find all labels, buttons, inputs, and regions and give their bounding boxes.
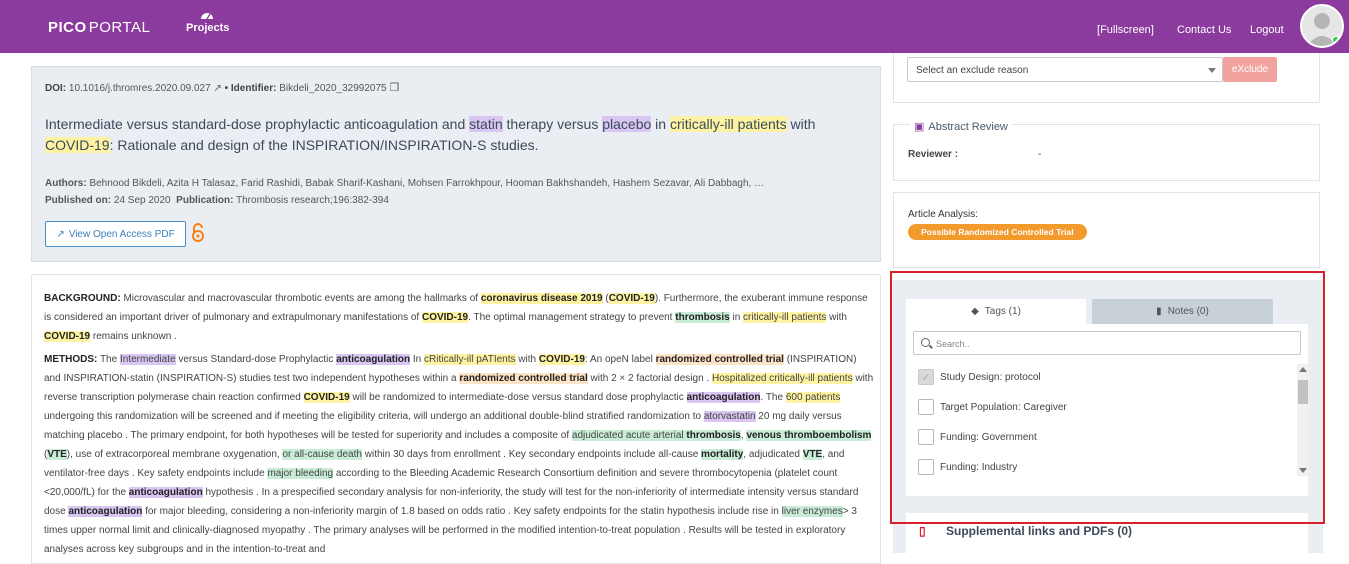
scroll-down-icon[interactable] — [1299, 468, 1307, 473]
user-avatar[interactable] — [1300, 4, 1344, 48]
abstract-review-heading: ▣ Abstract Review — [910, 120, 1012, 133]
publication-label: Publication: — [176, 195, 234, 206]
reviewer-value: - — [1038, 149, 1042, 160]
article-analysis-label: Article Analysis: — [908, 209, 979, 220]
fullscreen-label: Fullscreen — [1100, 24, 1151, 36]
tab-notes-label: Notes (0) — [1167, 306, 1209, 317]
nav-projects-label: Projects — [186, 22, 230, 34]
tag-icon: ◆ — [971, 306, 979, 317]
tags-scrollbar[interactable] — [1297, 364, 1309, 476]
logo-text-left: PICO — [48, 18, 87, 36]
abstract-review-section: ▣ Abstract Review Reviewer : - — [893, 120, 1320, 181]
tag-label: Study Design: protocol — [940, 371, 1041, 383]
title-highlight: statin — [469, 116, 503, 132]
title-highlight: placebo — [602, 116, 652, 132]
nav-projects[interactable]: Projects — [186, 10, 230, 34]
methods-label: METHODS: — [44, 354, 98, 365]
abstract-panel: BACKGROUND: Microvascular and macrovascu… — [31, 274, 881, 564]
title-part: : Rationale and design of the INSPIRATIO… — [109, 137, 539, 153]
scroll-thumb[interactable] — [1298, 380, 1308, 404]
authors-label: Authors: — [45, 178, 87, 189]
clipboard-check-icon: ▣ — [914, 121, 925, 133]
search-placeholder: Search.. — [936, 339, 970, 349]
authors-value: Behnood Bikdeli, Azita H Talasaz, Farid … — [89, 178, 765, 189]
background-label: BACKGROUND: — [44, 293, 121, 304]
publication-value: Thrombosis research;196:382-394 — [236, 195, 389, 206]
title-part: in — [651, 116, 670, 132]
identifier-value: Bikdeli_2020_32992075 — [279, 83, 387, 94]
doi-value[interactable]: 10.1016/j.thromres.2020.09.027 — [69, 83, 211, 94]
abstract-methods: METHODS: The Intermediate versus Standar… — [44, 354, 874, 555]
article-meta-card: DOI: 10.1016/j.thromres.2020.09.027 ↗ • … — [31, 66, 881, 262]
online-status-dot — [1332, 36, 1340, 44]
doi-line: DOI: 10.1016/j.thromres.2020.09.027 ↗ • … — [45, 81, 399, 94]
title-part: Intermediate versus standard-dose prophy… — [45, 116, 470, 132]
exclude-reason-select[interactable]: Select an exclude reason — [907, 57, 1223, 82]
article-title: Intermediate versus standard-dose prophy… — [45, 114, 845, 156]
published-value: 24 Sep 2020 — [113, 195, 171, 206]
contact-us-link[interactable]: Contact Us — [1177, 24, 1231, 36]
tag-label: Funding: Government — [940, 431, 1037, 443]
supplemental-label: Supplemental links and PDFs (0) — [946, 524, 1133, 538]
title-part: with — [786, 116, 816, 132]
tab-notes[interactable]: ▮ Notes (0) — [1092, 299, 1273, 324]
tag-item[interactable]: ✓ Study Design: protocol — [918, 368, 1041, 386]
tag-checkbox[interactable] — [918, 459, 934, 475]
abstract-background: BACKGROUND: Microvascular and macrovascu… — [44, 293, 868, 342]
tag-checkbox[interactable]: ✓ — [918, 369, 934, 385]
tag-item[interactable]: Funding: Industry — [918, 458, 1017, 476]
fullscreen-link[interactable]: [Fullscreen] — [1097, 24, 1154, 36]
pico-portal-logo[interactable]: PICO PORTAL — [48, 12, 150, 42]
title-highlight: COVID-19 — [45, 137, 110, 153]
supplemental-section[interactable]: ▯ Supplemental links and PDFs (0) — [906, 513, 1308, 553]
tags-search-input[interactable]: Search.. — [913, 331, 1301, 355]
clipboard-icon: ▮ — [1156, 306, 1162, 317]
published-label: Published on: — [45, 195, 112, 206]
view-pdf-label: View Open Access PDF — [68, 228, 175, 240]
search-icon — [921, 338, 930, 347]
tag-label: Funding: Industry — [940, 461, 1018, 473]
top-nav-bar: PICO PORTAL Projects [Fullscreen] Contac… — [0, 0, 1349, 53]
scroll-up-icon[interactable] — [1299, 367, 1307, 372]
abstract-text: BACKGROUND: Microvascular and macrovascu… — [44, 289, 874, 559]
identifier-label: • Identifier: — [224, 83, 277, 94]
title-part: therapy versus — [502, 116, 603, 132]
tab-tags-label: Tags (1) — [984, 306, 1021, 317]
exclude-section: Select an exclude reason eXclude — [893, 53, 1320, 103]
exclude-select-value: Select an exclude reason — [916, 65, 1029, 76]
article-analysis-section: Article Analysis: Possible Randomized Co… — [893, 192, 1320, 268]
tag-item[interactable]: Target Population: Caregiver — [918, 398, 1067, 416]
tags-notes-panel: ◆ Tags (1) ▮ Notes (0) Search.. ✓ Study … — [893, 280, 1323, 553]
chevron-down-icon — [1208, 68, 1216, 73]
exclude-button[interactable]: eXclude — [1223, 57, 1277, 82]
tag-label: Target Population: Caregiver — [940, 401, 1067, 413]
rct-badge: Possible Randomized Controlled Trial — [908, 224, 1087, 240]
view-pdf-button[interactable]: ↗ View Open Access PDF — [45, 221, 186, 247]
tag-item[interactable]: Funding: Government — [918, 428, 1037, 446]
doi-label: DOI: — [45, 83, 67, 94]
pdf-icon: ▯ — [919, 524, 926, 538]
tags-list-container: Search.. ✓ Study Design: protocol Target… — [906, 324, 1309, 496]
tab-tags[interactable]: ◆ Tags (1) — [906, 299, 1086, 324]
logout-link[interactable]: Logout — [1250, 24, 1284, 36]
title-highlight: critically-ill patients — [669, 116, 787, 132]
tag-checkbox[interactable] — [918, 399, 934, 415]
logo-text-right: PORTAL — [88, 18, 151, 36]
dashboard-icon — [201, 13, 213, 20]
open-access-icon — [191, 223, 205, 248]
authors-line: Authors: Behnood Bikdeli, Azita H Talasa… — [45, 178, 764, 189]
external-link-icon: ↗ — [56, 228, 65, 240]
external-link-icon[interactable]: ↗ — [213, 83, 221, 94]
publication-line: Published on: 24 Sep 2020 Publication: T… — [45, 195, 389, 206]
tag-checkbox[interactable] — [918, 429, 934, 445]
reviewer-label: Reviewer : — [908, 149, 959, 160]
abstract-review-title: Abstract Review — [928, 121, 1008, 133]
copy-icon[interactable]: ❐ — [389, 82, 399, 94]
